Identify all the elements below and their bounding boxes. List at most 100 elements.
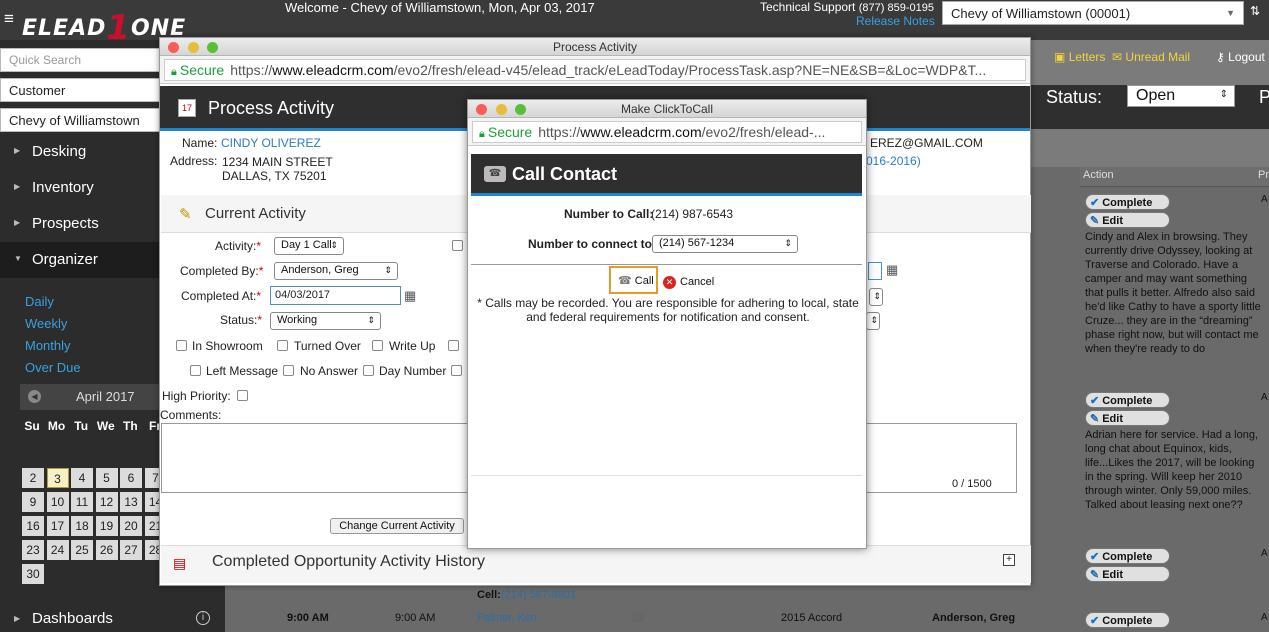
calendar-icon[interactable]: ▦ — [404, 288, 416, 304]
number-to-call-label: Number to Call: — [564, 207, 654, 221]
calendar-day[interactable]: 17 — [46, 516, 69, 536]
phone-icon: ☎ — [618, 275, 632, 287]
calendar-day[interactable]: 3 — [46, 468, 69, 488]
organizer-monthly-link[interactable]: Monthly — [25, 338, 71, 353]
edit-button[interactable]: ✎ Edit — [1085, 566, 1170, 582]
calendar-day[interactable]: 10 — [46, 492, 69, 512]
customer-name-link[interactable]: CINDY OLIVEREZ — [221, 136, 321, 150]
completed-by-label: Completed By:* — [180, 264, 264, 278]
elead-logo[interactable]: ELEAD1ONE — [22, 4, 185, 48]
checkbox[interactable] — [451, 365, 462, 376]
in-showroom-checkbox[interactable] — [176, 340, 187, 351]
sidebar-item-desking[interactable]: ▶ Desking — [0, 134, 160, 170]
recording-disclaimer: * Calls may be recorded. You are respons… — [477, 296, 859, 324]
cell-phone-link[interactable]: (214) 567-8901 — [501, 589, 576, 601]
calendar-day[interactable]: 2 — [22, 468, 44, 488]
character-counter: 0 / 1500 — [952, 478, 992, 490]
status-select[interactable]: Open ⇕ — [1127, 85, 1235, 107]
sidebar-item-dashboards[interactable]: ▶ Dashboards — [0, 604, 225, 632]
day-number-checkbox[interactable] — [363, 365, 374, 376]
customer-email: EREZ@GMAIL.COM — [870, 136, 983, 150]
left-message-label: Left Message — [206, 364, 279, 378]
quick-search-input[interactable]: Quick Search — [0, 48, 160, 72]
sidebar-item-prospects[interactable]: ▶ Prospects — [0, 206, 160, 242]
chevron-updown-icon: ⇕ — [873, 291, 881, 301]
left-message-checkbox[interactable] — [190, 365, 201, 376]
row-vehicle: 2015 Accord — [781, 612, 843, 624]
date-link[interactable]: 016-2016) — [866, 154, 921, 168]
dealer-box[interactable]: Chevy of Williamstown — [0, 108, 160, 132]
calendar-day[interactable]: 5 — [95, 468, 118, 488]
expand-icon[interactable]: + — [1003, 554, 1015, 566]
calendar-day[interactable]: 23 — [22, 540, 44, 560]
address-line2: DALLAS, TX 75201 — [222, 169, 327, 183]
turned-over-checkbox[interactable] — [277, 340, 288, 351]
completed-by-select[interactable]: Anderson, Greg ⇕ — [274, 262, 398, 280]
status-select[interactable]: Working ⇕ — [270, 312, 381, 330]
organizer-daily-link[interactable]: Daily — [25, 294, 54, 309]
edit-button[interactable]: ✎ Edit — [1085, 212, 1170, 228]
url-field[interactable]: 🔒︎ Secure https://www.eleadcrm.com/evo2/fr… — [164, 59, 1026, 81]
calendar-day[interactable]: 13 — [120, 492, 142, 512]
url-field[interactable]: 🔒︎ Secure https://www.eleadcrm.com/evo2/fr… — [472, 121, 862, 143]
edit-button[interactable]: ✎ Edit — [1085, 410, 1170, 426]
row-customer-link[interactable]: Palmer, Ken — [477, 612, 537, 624]
calendar-day[interactable]: 25 — [71, 540, 93, 560]
calendar-day[interactable]: 19 — [95, 516, 118, 536]
sidebar-item-organizer[interactable]: ▼ Organizer — [0, 242, 160, 278]
select-arrow[interactable]: ⇕ — [866, 312, 880, 330]
calendar-day[interactable]: 27 — [120, 540, 142, 560]
connect-number-select[interactable]: (214) 567-1234 ⇕ — [652, 235, 798, 253]
calendar-day[interactable]: 6 — [120, 468, 142, 488]
organizer-overdue-link[interactable]: Over Due — [25, 360, 81, 375]
activity-select[interactable]: Day 1 Call ⇕ — [274, 237, 344, 255]
completed-at-input[interactable]: 04/03/2017 — [270, 286, 401, 305]
select-arrow[interactable]: ⇕ — [869, 288, 883, 306]
customer-select[interactable]: Customer — [0, 78, 160, 102]
logout-link[interactable]: ⚷ Logout — [1216, 50, 1265, 64]
calendar-icon[interactable]: ▦ — [886, 262, 898, 278]
change-current-activity-button[interactable]: Change Current Activity — [330, 518, 464, 534]
release-notes-link[interactable]: Release Notes — [856, 14, 935, 28]
calendar-day[interactable]: 12 — [95, 492, 118, 512]
chevron-right-icon: ▶ — [14, 218, 21, 227]
dealer-select[interactable]: Chevy of Williamstown (00001) ▼ — [942, 1, 1244, 25]
calendar-day[interactable]: 26 — [95, 540, 118, 560]
unread-mail-link[interactable]: ✉ Unread Mail — [1112, 50, 1190, 64]
calendar-day[interactable]: 9 — [22, 492, 44, 512]
write-up-checkbox[interactable] — [372, 340, 383, 351]
complete-button[interactable]: ✔ Complete — [1085, 612, 1170, 628]
date-input[interactable] — [868, 262, 882, 280]
calendar-day[interactable]: 20 — [120, 516, 142, 536]
high-priority-checkbox[interactable] — [237, 390, 248, 401]
activity-history-section[interactable]: ▤ Completed Opportunity Activity History… — [161, 545, 1031, 583]
letters-link[interactable]: ▣ Letters — [1054, 50, 1105, 64]
calendar-day[interactable]: 18 — [71, 516, 93, 536]
checkbox[interactable] — [448, 340, 459, 351]
menu-icon[interactable]: ≡ — [4, 10, 14, 27]
organizer-weekly-link[interactable]: Weekly — [25, 316, 67, 331]
calendar-day[interactable]: 30 — [22, 564, 44, 584]
complete-button[interactable]: ✔ Complete — [1085, 548, 1170, 564]
swap-icon[interactable]: ⇅ — [1250, 4, 1260, 18]
chevron-updown-icon: ⇕ — [784, 238, 792, 248]
phone-icon: ☎ — [484, 166, 506, 182]
sidebar-item-inventory[interactable]: ▶ Inventory — [0, 170, 160, 206]
connect-number-label: Number to connect to: — [528, 237, 656, 251]
calendar-day[interactable]: 24 — [46, 540, 69, 560]
complete-button[interactable]: ✔ Complete — [1085, 194, 1170, 210]
call-button[interactable]: ☎ Call — [609, 266, 658, 294]
calendar-day[interactable]: 16 — [22, 516, 44, 536]
calendar-prev-icon[interactable]: ◀ — [28, 390, 41, 403]
calendar-day[interactable]: 4 — [71, 468, 93, 488]
lock-icon: 🔒︎ — [479, 128, 485, 140]
phone-icon[interactable]: ☎ — [630, 610, 646, 626]
complete-button[interactable]: ✔ Complete — [1085, 392, 1170, 408]
status-label: Status: — [1046, 87, 1103, 107]
info-icon[interactable]: i — [196, 611, 210, 625]
no-answer-checkbox[interactable] — [283, 365, 294, 376]
calendar-day[interactable]: 11 — [71, 492, 93, 512]
checkbox[interactable] — [452, 240, 463, 251]
address-bar: 🔒︎ Secure https://www.eleadcrm.com/evo2/fr… — [160, 56, 1030, 84]
cancel-button[interactable]: ✕ Cancel — [663, 276, 714, 289]
